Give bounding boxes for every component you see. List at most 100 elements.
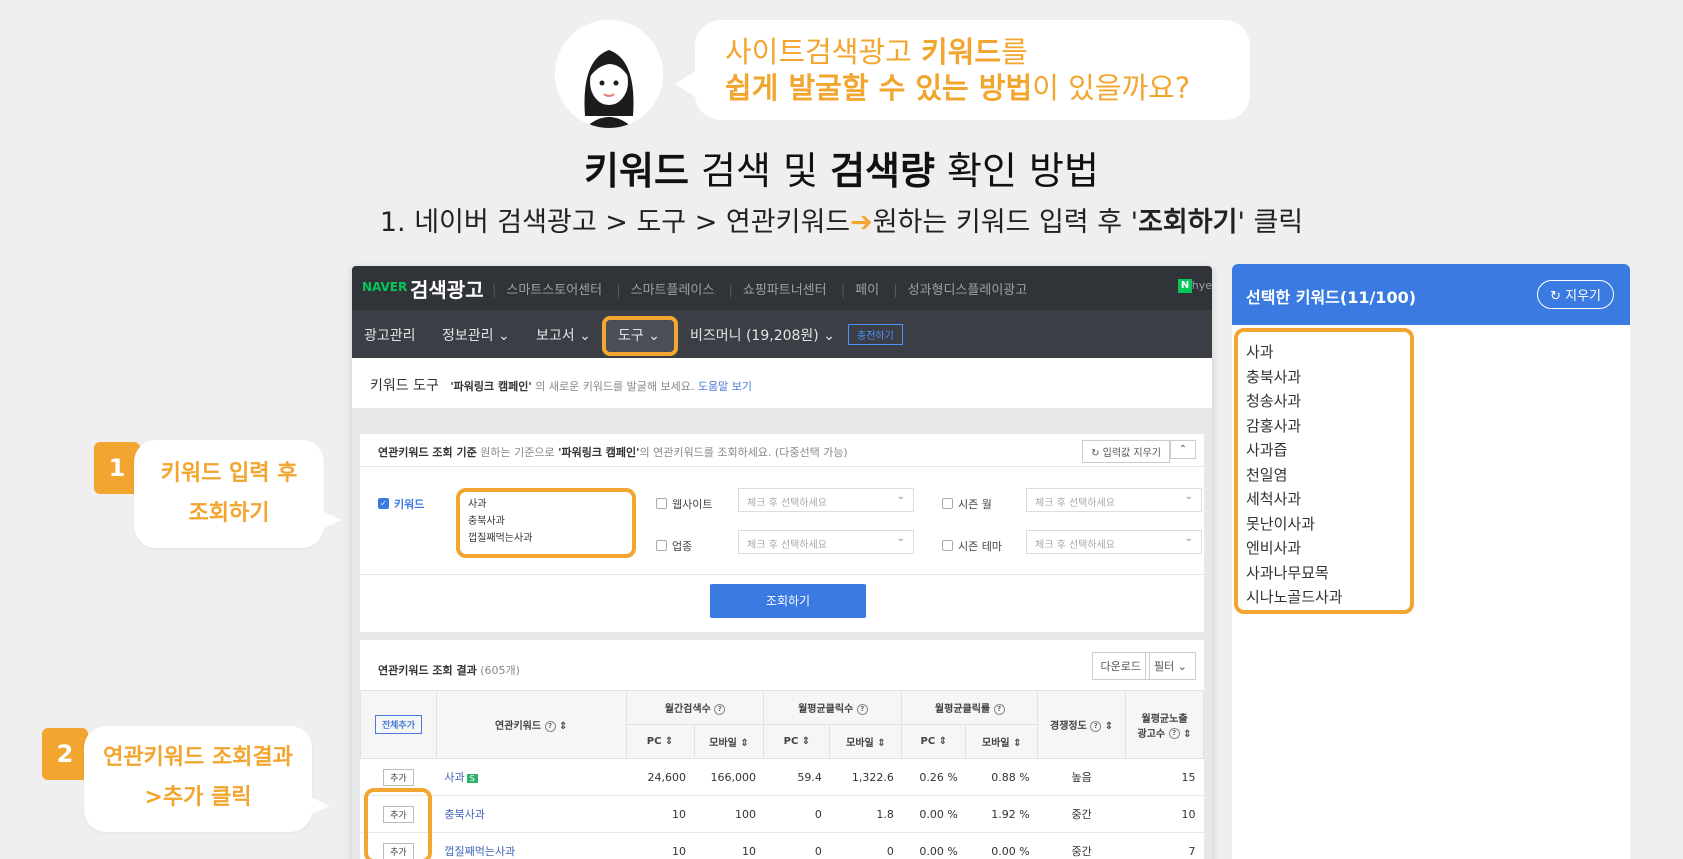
cell: 1.92 % — [965, 795, 1038, 833]
sub-mobile[interactable]: 모바일 ⇕ — [965, 724, 1039, 759]
col-competition[interactable]: 경쟁정도 ? ⇕ — [1037, 690, 1127, 759]
sub-pc[interactable]: PC ⇕ — [901, 724, 967, 759]
list-item[interactable]: 감홍사과 — [1246, 414, 1402, 439]
bubble-text: 이 있을까요? — [1032, 71, 1191, 105]
bubble-text: 를 — [1001, 35, 1028, 69]
naver-searchad-window: NAVER 검색광고 | 스마트스토어센터 | 스마트플레이스 | 쇼핑파트너센터 |… — [352, 266, 1212, 859]
season-theme-checkbox[interactable] — [942, 540, 953, 551]
download-button[interactable]: 다운로드 — [1091, 652, 1150, 680]
selected-keyword-list: 사과 충북사과 청송사과 감홍사과 사과즙 천일염 세척사과 못난이사과 엔비사… — [1234, 328, 1414, 614]
arrow-right-icon: ➔ — [850, 207, 873, 238]
season-month-checkbox[interactable] — [942, 498, 953, 509]
help-icon[interactable]: ? — [856, 703, 868, 715]
add-button[interactable]: 추가 — [383, 768, 414, 786]
sub-pc[interactable]: PC ⇕ — [763, 724, 831, 759]
top-link[interactable]: 쇼핑파트너센터 — [743, 283, 827, 298]
top-link[interactable]: 스마트플레이스 — [631, 283, 715, 298]
naver-n-icon: N — [1178, 279, 1192, 293]
help-icon[interactable]: ? — [544, 720, 556, 732]
searchad-logo[interactable]: 검색광고 — [410, 274, 484, 303]
avatar — [555, 20, 663, 128]
col-avg-clicks: 월평균클릭수 ? — [763, 690, 903, 725]
website-select[interactable]: 체크 후 선택하세요 — [738, 488, 914, 512]
nav-tool[interactable]: 도구 ⌄ — [618, 325, 660, 345]
col-keyword[interactable]: 연관키워드 ? ⇕ — [435, 690, 627, 759]
s-badge: S — [466, 774, 478, 783]
keyword-checkbox[interactable]: ✓ — [378, 498, 389, 509]
help-link[interactable]: 도움말 보기 — [698, 380, 752, 393]
list-item[interactable]: 사과 — [1246, 340, 1402, 365]
cell: 10 — [694, 832, 764, 859]
top-link[interactable]: 성과형디스플레이광고 — [908, 283, 1028, 298]
keyword-link[interactable]: 사과 — [444, 771, 464, 784]
question-bubble: 사이트검색광고 키워드를 쉽게 발굴할 수 있는 방법이 있을까요? — [675, 20, 1250, 120]
list-item[interactable]: 충북사과 — [1246, 365, 1402, 390]
website-checkbox[interactable] — [656, 498, 667, 509]
naver-logo[interactable]: NAVER — [362, 280, 407, 294]
sub-mobile[interactable]: 모바일 ⇕ — [829, 724, 903, 759]
callout-text: 조회하기 — [188, 501, 270, 526]
nav-bizmoney[interactable]: 비즈머니 (19,208원) ⌄ — [690, 325, 835, 345]
industry-label: 업종 — [672, 540, 693, 553]
col-avg-ctr: 월평균클릭률 ? — [901, 690, 1039, 725]
cell: 10 — [626, 832, 695, 859]
charge-button[interactable]: 충전하기 — [848, 324, 903, 345]
nav-info-manage[interactable]: 정보관리 ⌄ — [442, 325, 510, 345]
search-button[interactable]: 조회하기 — [710, 584, 866, 618]
step2-number: 2 — [42, 728, 88, 780]
callout-text: 키워드 입력 후 — [160, 461, 298, 486]
list-item[interactable]: 세척사과 — [1246, 487, 1402, 512]
selected-header: 선택한 키워드(11/100) ↻ 지우기 — [1232, 264, 1630, 325]
step1-callout: 키워드 입력 후 조회하기 — [134, 440, 342, 548]
sub-mobile[interactable]: 모바일 ⇕ — [693, 724, 765, 759]
industry-checkbox[interactable] — [656, 540, 667, 551]
list-item[interactable]: 사과나무묘목 — [1246, 561, 1402, 586]
sub-pc[interactable]: PC ⇕ — [625, 724, 695, 759]
season-month-select[interactable]: 체크 후 선택하세요 — [1026, 488, 1202, 512]
query-section: 연관키워드 조회 기준 원하는 기준으로 '파워링크 캠페인'의 연관키워드를 … — [360, 434, 1204, 632]
query-heading: 연관키워드 조회 기준 원하는 기준으로 '파워링크 캠페인'의 연관키워드를 … — [378, 446, 848, 459]
cell: 166,000 — [694, 758, 764, 796]
cell: 0.00 % — [965, 832, 1038, 859]
user-id[interactable]: hye — [1192, 279, 1212, 292]
add-all-button[interactable]: 전체추가 — [374, 715, 422, 734]
cell: 1,322.6 — [829, 758, 902, 796]
keyword-link[interactable]: 충북사과 — [444, 808, 484, 821]
help-icon[interactable]: ? — [1090, 720, 1102, 732]
bubble-bold: 쉽게 발굴할 수 있는 방법 — [725, 71, 1033, 105]
nav-report[interactable]: 보고서 ⌄ — [536, 325, 591, 345]
help-icon[interactable]: ? — [1168, 728, 1180, 739]
top-links: | 스마트스토어센터 | 스마트플레이스 | 쇼핑파트너센터 | 페이 | 성과형디스플레… — [492, 283, 1028, 298]
cell: 0.88 % — [965, 758, 1038, 796]
keyword-label: 키워드 — [394, 498, 425, 511]
results-table: 전체추가 연관키워드 ? ⇕ 월간검색수 ? 월평균클릭수 ? 월평균클릭률 ?… — [360, 690, 1204, 859]
erase-button[interactable]: ↻ 지우기 — [1537, 280, 1614, 309]
top-link[interactable]: 스마트스토어센터 — [506, 283, 602, 298]
season-theme-select[interactable]: 체크 후 선택하세요 — [1026, 530, 1202, 554]
cell: 100 — [694, 795, 764, 833]
help-icon[interactable]: ? — [714, 703, 726, 715]
keyword-line: 껍질째먹는사과 — [468, 533, 533, 544]
cell: 0 — [763, 795, 830, 833]
cell: 1.8 — [829, 795, 902, 833]
list-item[interactable]: 엔비사과 — [1246, 536, 1402, 561]
industry-select[interactable]: 체크 후 선택하세요 — [738, 530, 914, 554]
help-icon[interactable]: ? — [993, 703, 1005, 715]
col-avg-ads[interactable]: 월평균노출 광고수 ? ⇕ — [1125, 690, 1204, 759]
list-item[interactable]: 청송사과 — [1246, 389, 1402, 414]
list-item[interactable]: 못난이사과 — [1246, 512, 1402, 537]
list-item[interactable]: 사과즙 — [1246, 438, 1402, 463]
list-item[interactable]: 시나노골드사과 — [1246, 585, 1402, 610]
clear-input-button[interactable]: ↻ 입력값 지우기 — [1082, 440, 1170, 463]
filter-button[interactable]: 필터 ⌄ — [1145, 652, 1196, 680]
keyword-textarea[interactable]: 사과 충북사과 껍질째먹는사과 — [456, 488, 636, 558]
collapse-button[interactable]: ⌃ — [1170, 440, 1196, 459]
keyword-tool-header: 키워드 도구 '파워링크 캠페인' 의 새로운 키워드를 발굴해 보세요. 도움… — [352, 358, 1212, 408]
cell: 0 — [763, 832, 830, 859]
list-item[interactable]: 천일염 — [1246, 463, 1402, 488]
nav-ad-manage[interactable]: 광고관리 — [364, 325, 416, 345]
woman-avatar-icon — [555, 20, 663, 128]
keyword-link[interactable]: 껍질째먹는사과 — [444, 845, 515, 858]
top-link[interactable]: 페이 — [855, 283, 879, 298]
top-bar: NAVER 검색광고 | 스마트스토어센터 | 스마트플레이스 | 쇼핑파트너센터 |… — [352, 266, 1212, 310]
